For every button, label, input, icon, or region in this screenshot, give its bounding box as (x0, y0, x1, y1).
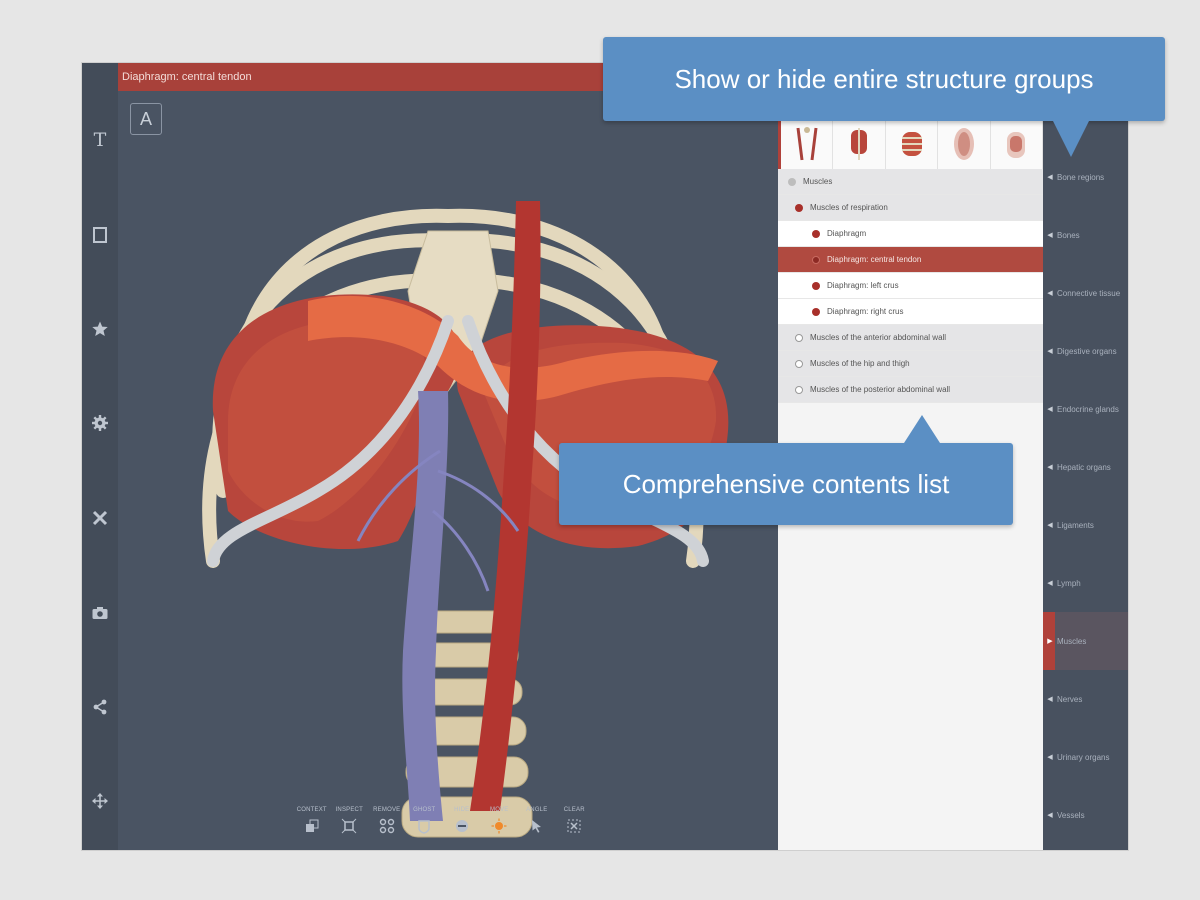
annotation-toggle-button[interactable]: A (130, 103, 162, 135)
callout-pointer (904, 415, 940, 443)
callout-structure-groups: Show or hide entire structure groups (603, 37, 1165, 157)
share-icon[interactable] (82, 687, 118, 727)
callout-pointer (1053, 121, 1089, 157)
close-icon[interactable] (82, 498, 118, 538)
group-nerves[interactable]: ◀ Nerves (1043, 670, 1128, 728)
group-connective-tissue[interactable]: ◀ Connective tissue (1043, 264, 1128, 322)
chevron-left-icon: ◀ (1047, 522, 1053, 529)
list-item-hip-and-thigh[interactable]: Muscles of the hip and thigh (778, 351, 1043, 377)
callout-contents-list: Comprehensive contents list (559, 415, 1013, 525)
group-muscles[interactable]: ▶ Muscles (1043, 612, 1128, 670)
text-icon[interactable]: T (82, 120, 118, 160)
tool-remove[interactable]: REMOVE (368, 807, 406, 847)
view-thumbnail[interactable] (833, 119, 886, 169)
chevron-left-icon: ◀ (1047, 174, 1053, 181)
chevron-left-icon: ◀ (1047, 696, 1053, 703)
list-item-diaphragm-right-crus[interactable]: Diaphragm: right crus (778, 299, 1043, 325)
tool-angle[interactable]: ANGLE (518, 807, 556, 847)
left-toolbar: T (82, 63, 118, 850)
tool-hide[interactable]: HIDE (443, 807, 481, 847)
structure-groups-rail: ◀ Bone regions ◀ Bones ◀ Connective tissue … (1043, 119, 1128, 850)
group-ligaments[interactable]: ◀ Ligaments (1043, 496, 1128, 554)
visible-dot-icon (812, 281, 820, 290)
remove-icon (379, 818, 394, 834)
visible-dot-icon (812, 229, 820, 238)
list-item-diaphragm[interactable]: Diaphragm (778, 221, 1043, 247)
tool-move[interactable]: MOVE (481, 807, 519, 847)
visible-dot-icon (812, 255, 820, 264)
chevron-left-icon: ◀ (1047, 754, 1053, 761)
chevron-right-icon: ▶ (1047, 638, 1053, 645)
inspect-icon (341, 818, 357, 834)
chevron-left-icon: ◀ (1047, 464, 1053, 471)
box-icon[interactable] (82, 215, 118, 255)
tool-inspect[interactable]: INSPECT (331, 807, 369, 847)
list-item-muscles-of-respiration[interactable]: Muscles of respiration (778, 195, 1043, 221)
chevron-left-icon: ◀ (1047, 580, 1053, 587)
clear-icon (567, 819, 581, 833)
hidden-dot-icon (795, 359, 803, 368)
view-thumbnail[interactable] (886, 119, 939, 169)
chevron-left-icon: ◀ (1047, 290, 1053, 297)
chevron-left-icon: ◀ (1047, 232, 1053, 239)
list-item-posterior-abdominal-wall[interactable]: Muscles of the posterior abdominal wall (778, 377, 1043, 403)
group-urinary-organs[interactable]: ◀ Urinary organs (1043, 728, 1128, 786)
view-thumbnail[interactable] (938, 119, 991, 169)
tool-ghost[interactable]: GHOST (406, 807, 444, 847)
gear-icon[interactable] (82, 403, 118, 443)
group-lymph[interactable]: ◀ Lymph (1043, 554, 1128, 612)
ghost-icon (418, 820, 430, 834)
chevron-left-icon: ◀ (1047, 348, 1053, 355)
group-hepatic-organs[interactable]: ◀ Hepatic organs (1043, 438, 1128, 496)
tool-context[interactable]: CONTEXT (293, 807, 331, 847)
group-digestive-organs[interactable]: ◀ Digestive organs (1043, 322, 1128, 380)
camera-icon[interactable] (82, 593, 118, 633)
visible-dot-icon (812, 307, 820, 316)
group-endocrine-glands[interactable]: ◀ Endocrine glands (1043, 380, 1128, 438)
chevron-left-icon: ◀ (1047, 406, 1053, 413)
hide-icon (455, 820, 468, 832)
list-item-diaphragm-left-crus[interactable]: Diaphragm: left crus (778, 273, 1043, 299)
visible-dot-icon (795, 203, 803, 212)
group-vessels[interactable]: ◀ Vessels (1043, 786, 1128, 844)
view-thumbnails (778, 119, 1044, 169)
chevron-left-icon: ◀ (1047, 812, 1053, 819)
cursor-icon (531, 820, 541, 833)
list-item-diaphragm-central-tendon[interactable]: Diaphragm: central tendon (778, 247, 1043, 273)
hidden-dot-icon (795, 385, 803, 394)
selection-title: Diaphragm: central tendon (122, 71, 252, 83)
list-item-muscles[interactable]: Muscles (778, 169, 1043, 195)
list-item-anterior-abdominal-wall[interactable]: Muscles of the anterior abdominal wall (778, 325, 1043, 351)
bottom-tool-bar: CONTEXT INSPECT REMOVE GHOST HIDE MOVE A… (293, 807, 593, 847)
move-icon[interactable] (82, 781, 118, 821)
hidden-dot-icon (795, 333, 803, 342)
view-thumbnail[interactable] (991, 119, 1044, 169)
tool-clear[interactable]: CLEAR (556, 807, 594, 847)
group-bones[interactable]: ◀ Bones (1043, 206, 1128, 264)
collapse-dot-icon (788, 177, 796, 186)
view-thumbnail[interactable] (781, 119, 834, 169)
star-icon[interactable] (82, 309, 118, 349)
context-icon (305, 819, 319, 832)
move-sun-icon (491, 818, 507, 834)
